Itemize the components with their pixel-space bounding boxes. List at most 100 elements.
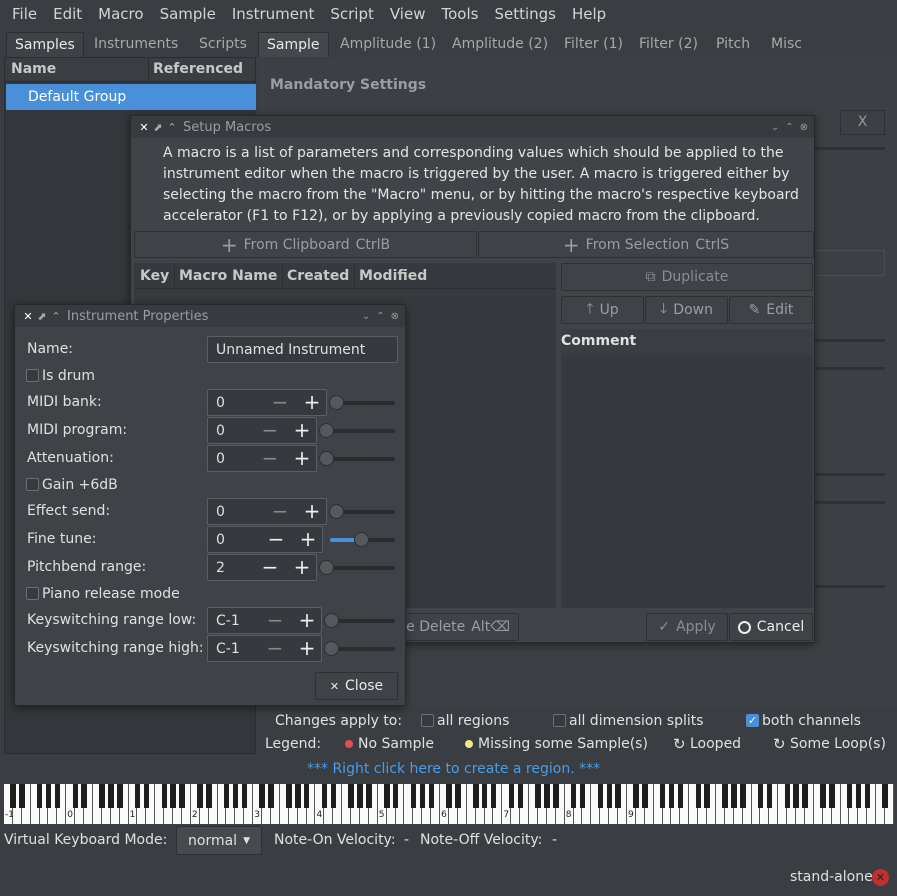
clear-x-button[interactable]: X: [840, 110, 885, 135]
black-key[interactable]: [268, 784, 274, 808]
black-key[interactable]: [864, 784, 871, 808]
black-key[interactable]: [348, 784, 354, 808]
black-key[interactable]: [757, 784, 764, 808]
black-key[interactable]: [45, 784, 52, 808]
column-created[interactable]: Created: [287, 268, 349, 284]
pitchbend-range-slider[interactable]: [325, 566, 395, 570]
black-key[interactable]: [179, 784, 185, 808]
shade-icon[interactable]: ⌃: [49, 310, 63, 323]
black-key[interactable]: [366, 784, 372, 808]
black-key[interactable]: [517, 784, 523, 808]
midi-program-slider-handle[interactable]: [319, 423, 334, 438]
tab-amplitude-1[interactable]: Amplitude (1): [332, 32, 444, 57]
black-key[interactable]: [117, 784, 123, 808]
maximize-icon[interactable]: ⌃: [785, 122, 793, 133]
tab-misc[interactable]: Misc: [763, 32, 810, 57]
menu-edit[interactable]: Edit: [45, 5, 90, 23]
attenuation-decrement[interactable]: −: [255, 445, 285, 471]
black-key[interactable]: [668, 784, 675, 808]
up-button[interactable]: 🡑 Up: [561, 296, 644, 324]
piano-release-checkbox[interactable]: [26, 587, 39, 600]
duplicate-button[interactable]: ⧉ Duplicate: [561, 263, 813, 291]
tab-sample[interactable]: Sample: [258, 32, 329, 57]
black-key[interactable]: [731, 784, 737, 808]
black-key[interactable]: [428, 784, 434, 808]
black-key[interactable]: [419, 784, 426, 808]
is-drum-checkbox[interactable]: [26, 369, 39, 382]
black-key[interactable]: [286, 784, 292, 808]
black-key[interactable]: [232, 784, 239, 808]
ks-low-slider[interactable]: [330, 619, 395, 623]
black-key[interactable]: [481, 784, 488, 808]
edit-button[interactable]: ✎ Edit: [729, 296, 813, 324]
black-key[interactable]: [197, 784, 203, 808]
black-key[interactable]: [384, 784, 390, 808]
black-key[interactable]: [10, 784, 16, 808]
black-key[interactable]: [606, 784, 612, 808]
from-selection-button[interactable]: + From Selection CtrlS: [478, 231, 814, 258]
fine-tune-slider-handle[interactable]: [354, 532, 369, 547]
black-key[interactable]: [161, 784, 167, 808]
minimize-icon[interactable]: ⌄: [771, 122, 779, 133]
black-key[interactable]: [473, 784, 479, 808]
midi-program-increment[interactable]: +: [287, 417, 317, 443]
instrument-name-input[interactable]: Unnamed Instrument: [207, 336, 398, 363]
black-key[interactable]: [579, 784, 586, 808]
black-key[interactable]: [535, 784, 541, 808]
black-key[interactable]: [54, 784, 61, 808]
black-key[interactable]: [72, 784, 78, 808]
column-name[interactable]: Name: [11, 61, 56, 77]
menu-macro[interactable]: Macro: [90, 5, 151, 23]
column-referenced[interactable]: Referenced: [153, 61, 243, 77]
group-item-default[interactable]: Default Group: [6, 84, 256, 110]
black-key[interactable]: [570, 784, 577, 808]
midi-bank-increment[interactable]: +: [297, 389, 327, 415]
black-key[interactable]: [241, 784, 248, 808]
menu-view[interactable]: View: [382, 5, 434, 23]
black-key[interactable]: [223, 784, 230, 808]
black-key[interactable]: [846, 784, 853, 808]
pin-icon[interactable]: ⬈: [151, 121, 165, 134]
cancel-button[interactable]: Cancel: [729, 613, 813, 641]
black-key[interactable]: [677, 784, 684, 808]
both-channels-checkbox[interactable]: ✓: [746, 714, 759, 727]
effect-send-increment[interactable]: +: [297, 498, 327, 524]
black-key[interactable]: [642, 784, 648, 808]
black-key[interactable]: [19, 784, 25, 808]
black-key[interactable]: [695, 784, 701, 808]
midi-bank-decrement[interactable]: −: [265, 389, 295, 415]
black-key[interactable]: [820, 784, 826, 808]
black-key[interactable]: [410, 784, 417, 808]
tab-instruments[interactable]: Instruments: [86, 32, 186, 57]
effect-send-slider[interactable]: [335, 510, 395, 514]
black-key[interactable]: [206, 784, 212, 808]
tab-filter-1[interactable]: Filter (1): [556, 32, 631, 57]
black-key[interactable]: [793, 784, 799, 808]
delete-button[interactable]: e Delete Alt⌫: [391, 613, 519, 641]
close-circle-icon[interactable]: ⊗: [391, 311, 399, 322]
menu-file[interactable]: File: [4, 5, 45, 23]
black-key[interactable]: [81, 784, 87, 808]
from-clipboard-button[interactable]: + From Clipboard CtrlB: [134, 231, 477, 258]
menu-tools[interactable]: Tools: [433, 5, 486, 23]
all-regions-checkbox[interactable]: [421, 714, 434, 727]
black-key[interactable]: [704, 784, 710, 808]
menu-script[interactable]: Script: [322, 5, 382, 23]
midi-program-decrement[interactable]: −: [255, 417, 285, 443]
ks-high-slider-handle[interactable]: [324, 641, 339, 656]
black-key[interactable]: [455, 784, 461, 808]
black-key[interactable]: [392, 784, 399, 808]
pitchbend-range-slider-handle[interactable]: [319, 560, 334, 575]
comment-textarea[interactable]: [561, 355, 813, 608]
close-circle-icon[interactable]: ⊗: [800, 122, 808, 133]
midi-bank-slider-handle[interactable]: [329, 395, 344, 410]
effect-send-slider-handle[interactable]: [329, 504, 344, 519]
ks-high-decrement[interactable]: −: [260, 635, 290, 661]
midi-bank-slider[interactable]: [335, 401, 395, 405]
ks-high-increment[interactable]: +: [292, 635, 322, 661]
black-key[interactable]: [490, 784, 497, 808]
down-button[interactable]: 🡓 Down: [645, 296, 728, 324]
black-key[interactable]: [633, 784, 639, 808]
black-key[interactable]: [321, 784, 328, 808]
menu-sample[interactable]: Sample: [152, 5, 224, 23]
